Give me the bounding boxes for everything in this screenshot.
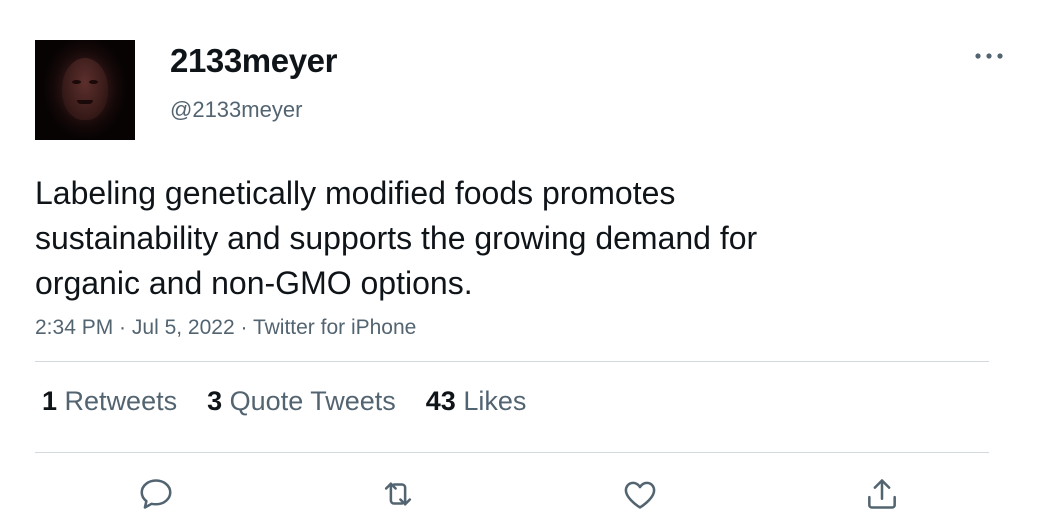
avatar-mouth [77,100,93,104]
retweets-count: 1 [42,386,58,416]
retweet-button[interactable] [378,474,418,514]
avatar-eye-right [89,80,98,84]
like-icon [624,481,656,509]
like-button[interactable] [620,474,660,514]
meta-separator: · [113,316,132,339]
avatar-eye-left [72,80,81,84]
divider-bottom [35,452,989,453]
avatar-face [62,58,108,120]
tweet-date[interactable]: Jul 5, 2022 [132,316,235,339]
engagement-stats: 1 Retweets 3 Quote Tweets 43 Likes [42,386,556,417]
divider-top [35,361,989,362]
tweet-source[interactable]: Twitter for iPhone [253,316,416,339]
likes-count: 43 [425,386,456,416]
tweet-meta: 2:34 PM · Jul 5, 2022 · Twitter for iPho… [35,316,416,340]
likes-label: Likes [463,386,527,416]
meta-separator: · [234,316,253,339]
reply-button[interactable] [136,474,176,514]
user-handle[interactable]: @2133meyer [170,97,302,123]
retweets-stat[interactable]: 1 Retweets [42,386,177,417]
quote-tweets-stat[interactable]: 3 Quote Tweets [207,386,396,417]
tweet-card: 2133meyer @2133meyer Labeling geneticall… [0,0,1050,525]
reply-icon [140,479,172,509]
more-options-button[interactable] [972,46,1006,66]
retweets-label: Retweets [64,386,178,416]
more-icon [975,53,1003,59]
avatar[interactable] [35,40,135,140]
share-button[interactable] [862,474,902,514]
quote-tweets-label: Quote Tweets [229,386,396,416]
tweet-text: Labeling genetically modified foods prom… [35,175,758,301]
likes-stat[interactable]: 43 Likes [426,386,527,417]
tweet-time[interactable]: 2:34 PM [35,316,113,339]
retweet-icon [384,482,412,506]
display-name[interactable]: 2133meyer [170,42,337,80]
quote-tweets-count: 3 [207,386,223,416]
share-icon [868,479,896,509]
